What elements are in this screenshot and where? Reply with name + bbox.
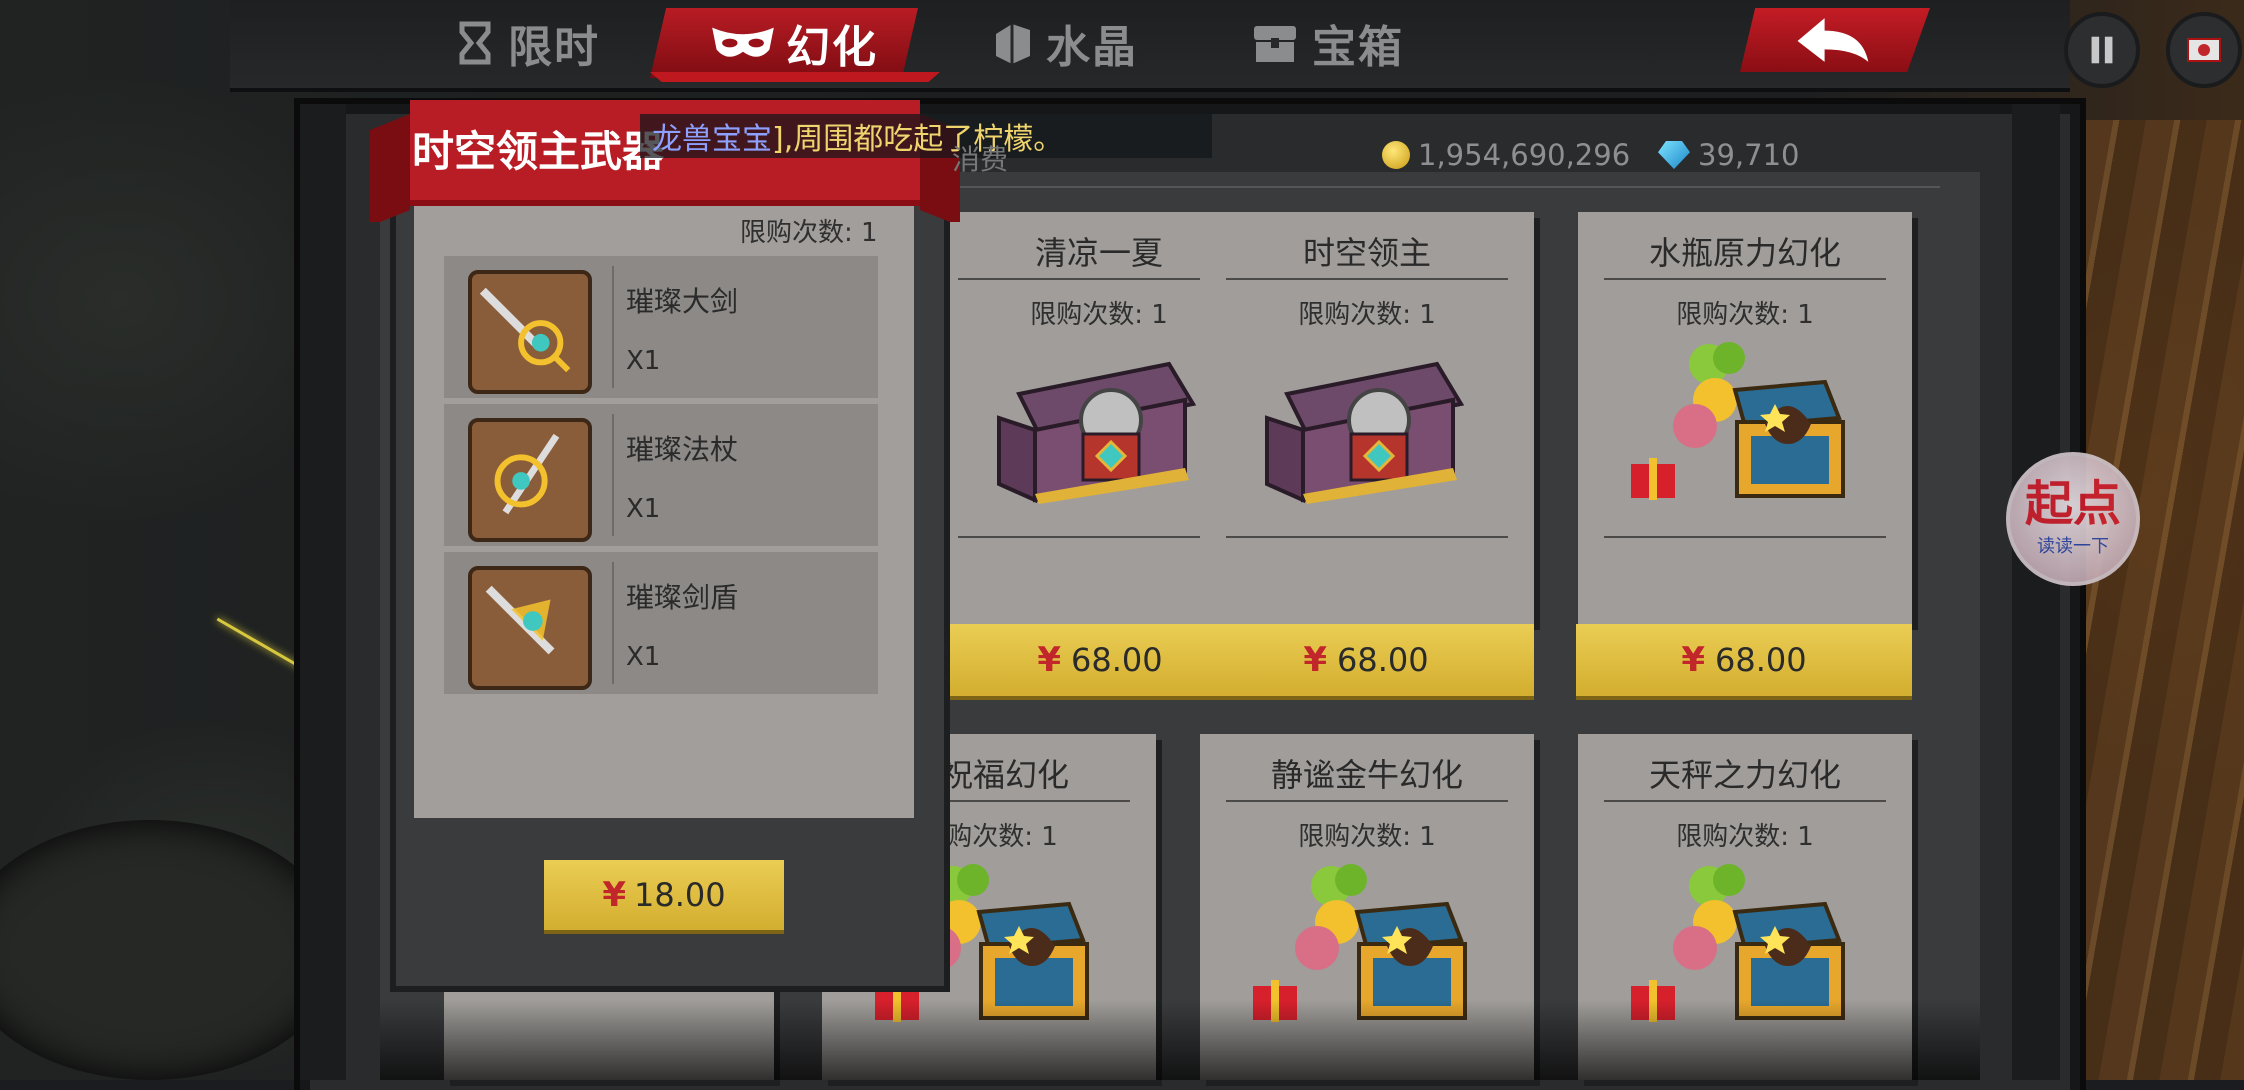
reward-name: 璀璨剑盾 <box>626 581 739 614</box>
price-label: 68.00 <box>1337 641 1429 679</box>
tab-label: 宝箱 <box>1312 22 1404 73</box>
popup-purchase-limit: 限购次数: 1 <box>740 218 878 248</box>
back-button[interactable] <box>1740 8 1930 72</box>
popup-price-label: 18.00 <box>634 876 726 914</box>
tab-label: 限时 <box>508 22 600 73</box>
pause-button[interactable] <box>2064 12 2140 88</box>
reward-divider <box>612 414 614 536</box>
card-title: 水瓶原力幻化 <box>1648 234 1841 272</box>
buy-button[interactable]: ¥ 68.00 <box>1198 624 1534 696</box>
price-label: 68.00 <box>1071 641 1163 679</box>
sword-shield-icon <box>468 566 592 690</box>
card-purchase-limit: 限购次数: 1 <box>1676 300 1814 330</box>
badge-sub-text: 读读一下 <box>2037 536 2109 557</box>
reward-name: 璀璨大剑 <box>626 285 739 318</box>
buy-button[interactable]: ¥ 68.00 <box>1576 624 1912 696</box>
card-divider <box>958 536 1240 538</box>
reward-item[interactable]: 璀璨法杖 X1 <box>444 404 878 546</box>
tab-label: 水晶 <box>1046 22 1138 73</box>
crystal-icon <box>996 24 1030 64</box>
tab-chest[interactable]: 宝箱 <box>1248 8 1404 78</box>
system-announcement: 龙兽宝宝 ],周围都吃起了柠檬。 <box>640 114 1212 158</box>
envelope-icon <box>2187 38 2221 62</box>
reward-item[interactable]: 璀璨大剑 X1 <box>444 256 878 398</box>
card-purchase-limit: 限购次数: 1 <box>1298 300 1436 330</box>
tab-crystal[interactable]: 水晶 <box>990 8 1138 78</box>
shop-card[interactable]: 时空领主 限购次数: 1 <box>1200 212 1534 624</box>
gold-amount: 1,954,690,296 <box>1418 138 1631 172</box>
chest-icon <box>1254 26 1296 62</box>
reward-name: 璀璨法杖 <box>626 433 739 466</box>
gem-icon <box>1658 141 1690 169</box>
card-divider <box>1226 800 1508 802</box>
mail-button[interactable] <box>2166 12 2242 88</box>
staff-icon <box>468 418 592 542</box>
card-title: 天秤之力幻化 <box>1648 756 1841 794</box>
active-tab-underline <box>650 72 940 82</box>
reward-quantity: X1 <box>626 642 661 672</box>
reward-divider <box>612 266 614 388</box>
card-divider <box>958 278 1240 280</box>
gold-coin-icon <box>1382 141 1410 169</box>
currency-symbol: ¥ <box>1303 640 1328 680</box>
gem-amount: 39,710 <box>1698 138 1800 172</box>
card-purchase-limit: 限购次数: 1 <box>1298 822 1436 852</box>
frame-post-left <box>300 104 346 1080</box>
obscured-subtitle: 消费 <box>952 143 1009 176</box>
tab-label: 幻化 <box>786 22 878 73</box>
hourglass-icon <box>459 21 491 65</box>
card-divider <box>1226 536 1508 538</box>
treasure-chest-image <box>979 334 1219 504</box>
gem-currency: 39,710 <box>1658 138 1799 172</box>
tab-transmog[interactable]: 幻化 <box>650 8 918 78</box>
treasure-chest-image <box>1625 334 1865 504</box>
card-purchase-limit: 限购次数: 1 <box>1676 822 1814 852</box>
popup-buy-button[interactable]: ¥ 18.00 <box>544 860 784 930</box>
back-arrow-icon <box>1797 18 1869 62</box>
treasure-chest-image <box>1247 334 1487 504</box>
frame-post-right <box>2012 104 2060 1080</box>
floating-reader-badge[interactable]: 起点 读读一下 <box>2006 452 2140 586</box>
announcement-player-name: 龙兽宝宝 <box>652 122 772 157</box>
reward-divider <box>612 562 614 684</box>
shop-card[interactable]: 水瓶原力幻化 限购次数: 1 <box>1578 212 1912 624</box>
sword-icon <box>468 270 592 394</box>
badge-main-text: 起点 <box>2024 476 2121 532</box>
price-label: 68.00 <box>1715 641 1807 679</box>
gold-currency: 1,954,690,296 <box>1382 138 1630 172</box>
currency-symbol: ¥ <box>1681 640 1706 680</box>
pause-icon <box>2091 36 2113 64</box>
reward-quantity: X1 <box>626 346 661 376</box>
card-title: 时空领主 <box>1302 234 1431 272</box>
currency-symbol: ¥ <box>1037 640 1062 680</box>
card-divider <box>1226 278 1508 280</box>
bottom-shade <box>380 1000 1980 1080</box>
tab-limited[interactable]: 限时 <box>452 8 600 78</box>
currency-symbol: ¥ <box>602 875 627 915</box>
card-divider <box>1604 536 1886 538</box>
card-divider <box>1604 278 1886 280</box>
announcement-text: ],周围都吃起了柠檬。 <box>772 122 1064 157</box>
mask-icon <box>712 27 774 57</box>
reward-item[interactable]: 璀璨剑盾 X1 <box>444 552 878 694</box>
card-title: 静谧金牛幻化 <box>1270 756 1463 794</box>
card-divider <box>1604 800 1886 802</box>
reward-quantity: X1 <box>626 494 661 524</box>
